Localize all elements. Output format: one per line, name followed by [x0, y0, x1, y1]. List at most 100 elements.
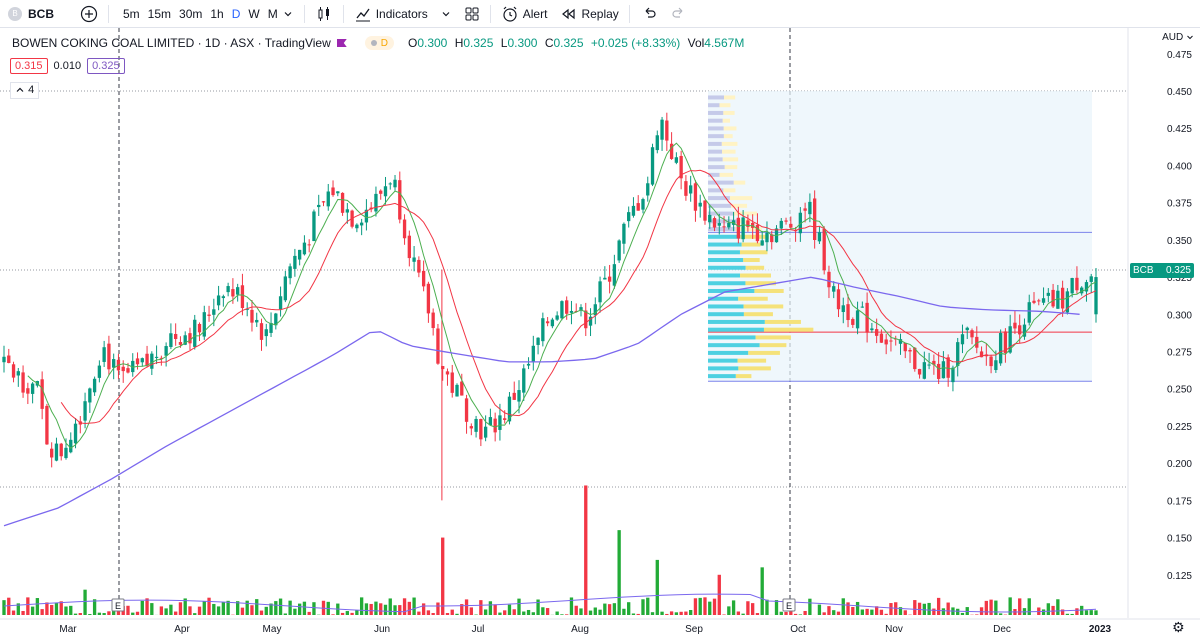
candle-body — [531, 345, 535, 362]
interval-30m-button[interactable]: 30m — [175, 7, 206, 21]
vp-down-bar — [743, 312, 773, 317]
indicators-button[interactable]: Indicators — [348, 0, 458, 27]
price-tick-label: 0.450 — [1167, 87, 1192, 98]
volume-bar — [593, 607, 597, 615]
ask-button[interactable]: 0.325 — [87, 58, 125, 74]
interval-5m-button[interactable]: 5m — [119, 7, 144, 21]
chevron-down-icon[interactable] — [282, 8, 294, 20]
vp-down-bar — [723, 134, 733, 139]
candle-body — [517, 390, 521, 402]
interval-w-button[interactable]: W — [244, 7, 263, 21]
interval-1h-button[interactable]: 1h — [206, 7, 227, 21]
replay-button[interactable]: Replay — [553, 0, 624, 27]
price-tick-label: 0.250 — [1167, 385, 1192, 396]
volume-bar — [1027, 598, 1031, 615]
redo-icon[interactable] — [664, 0, 694, 27]
volume-bar — [879, 609, 884, 615]
volume-bar — [355, 610, 359, 615]
volume-bar — [369, 603, 373, 615]
interval-15m-button[interactable]: 15m — [144, 7, 175, 21]
volume-bar — [26, 597, 30, 615]
candle-body — [1089, 276, 1093, 282]
interval-d-button[interactable]: D — [228, 7, 245, 21]
volume-bar — [255, 599, 259, 615]
interval-m-button[interactable]: M — [264, 7, 282, 21]
time-tick-label: Jul — [472, 624, 485, 635]
candles-style-icon[interactable] — [309, 0, 339, 27]
legend-collapse-button[interactable]: 4 — [10, 82, 40, 99]
candle-body — [102, 347, 106, 362]
volume-bar — [669, 611, 674, 615]
chevron-down-icon[interactable] — [440, 8, 452, 20]
candle-body — [741, 217, 745, 240]
time-tick-label: Aug — [571, 624, 589, 635]
candle-body — [1041, 298, 1046, 303]
candle-body — [436, 328, 440, 364]
volume-bar — [708, 601, 712, 615]
candle-body — [879, 333, 884, 343]
candle-body — [598, 281, 602, 303]
market-status-badge[interactable]: D — [364, 36, 394, 50]
bid-button[interactable]: 0.315 — [10, 58, 48, 74]
currency-label[interactable]: AUD — [1162, 32, 1194, 43]
volume-bar — [398, 605, 402, 615]
volume-bar — [135, 611, 140, 615]
volume-bar — [536, 599, 540, 615]
candle-body — [97, 365, 102, 378]
volume-bar — [889, 603, 893, 615]
volume-bar — [617, 530, 621, 615]
candle-body — [21, 372, 25, 393]
volume-bar — [1051, 605, 1055, 615]
price-tick-label: 0.275 — [1167, 348, 1192, 359]
volume-bar — [717, 574, 721, 615]
candle-body — [164, 346, 168, 356]
chart-title[interactable]: BOWEN COKING COAL LIMITED · 1D · ASX · T… — [12, 36, 331, 50]
price-axis[interactable]: 0.475 0.450 0.425 0.400 0.375 0.350 0.325 0.300… — [1127, 28, 1200, 637]
volume-bar — [30, 606, 35, 615]
time-tick-label: Dec — [993, 624, 1011, 635]
volume-bar — [760, 567, 764, 615]
vp-down-bar — [759, 343, 787, 348]
volume-bar — [689, 610, 693, 615]
flag-icon[interactable] — [336, 39, 347, 47]
vp-up-bar — [708, 366, 739, 371]
volume-bar — [650, 612, 655, 615]
vp-down-bar — [722, 118, 730, 123]
volume-bar — [870, 609, 874, 615]
vp-down-bar — [745, 265, 765, 270]
status-dot-icon — [370, 40, 377, 46]
candle-body — [665, 120, 669, 141]
volume-bar — [140, 600, 144, 615]
volume-bar — [412, 597, 416, 615]
vp-up-bar — [708, 95, 725, 100]
vp-up-bar — [708, 374, 736, 379]
candle-body — [231, 289, 235, 297]
candle-body — [69, 439, 73, 453]
price-tick-label: 0.475 — [1167, 50, 1192, 61]
last-price-tag: BCB 0.325 — [1130, 263, 1194, 278]
volume-bar — [264, 606, 268, 615]
templates-grid-icon[interactable] — [458, 0, 486, 27]
candle-body — [379, 190, 383, 194]
volume-bar — [374, 601, 378, 615]
candle-body — [712, 218, 717, 228]
volume-bar — [131, 612, 135, 615]
undo-icon[interactable] — [634, 0, 664, 27]
symbol-search-button[interactable]: BCB — [28, 7, 54, 21]
vp-down-bar — [719, 172, 734, 177]
alert-button[interactable]: Alert — [495, 0, 554, 27]
vp-up-bar — [708, 281, 746, 286]
volume-bar — [741, 613, 745, 615]
volume-bar — [698, 597, 702, 615]
volume-bar — [488, 601, 493, 615]
price-chart[interactable]: 0.475 0.450 0.425 0.400 0.375 0.350 0.325 0.300… — [0, 28, 1200, 637]
compare-plus-icon[interactable] — [74, 0, 104, 27]
volume-bar — [579, 608, 583, 615]
price-tick-label: 0.425 — [1167, 124, 1192, 135]
price-axis-background — [1128, 28, 1200, 637]
candle-body — [646, 183, 650, 196]
volume-bar — [1070, 613, 1074, 615]
candle-body — [340, 192, 345, 213]
volume-bar — [765, 599, 769, 615]
gear-icon[interactable]: ⚙ — [1172, 619, 1185, 636]
